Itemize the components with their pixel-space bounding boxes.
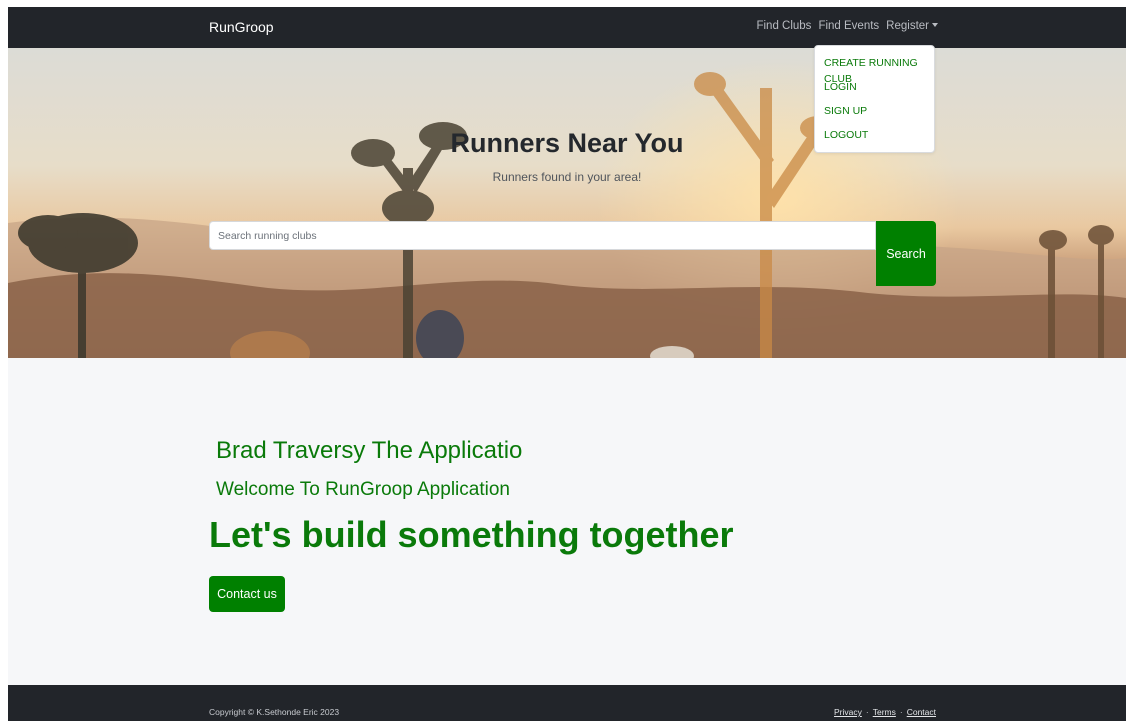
browser-viewport: RunGroop Find Clubs Find Events Register (8, 7, 1126, 721)
nav-find-clubs[interactable]: Find Clubs (756, 20, 811, 32)
search-input[interactable] (209, 221, 876, 250)
search-button[interactable]: Search (876, 221, 936, 286)
nav-links: Find Clubs Find Events Register (756, 20, 938, 32)
navbar: RunGroop Find Clubs Find Events Register (8, 7, 1126, 48)
main-heading-line1: Brad Traversy The Applicatio (216, 437, 523, 464)
brand-logo-link[interactable]: RunGroop (209, 19, 274, 35)
hero-section: Runners Near You Runners found in your a… (8, 48, 1126, 358)
footer-separator: · (899, 707, 903, 717)
register-dropdown-menu: CREATE RUNNING CLUB LOGIN SIGN UP LOGOUT (814, 45, 935, 153)
main-heading-line3: Let's build something together (209, 514, 734, 555)
hero-background-image (8, 72, 1126, 358)
footer-link-terms[interactable]: Terms (873, 707, 896, 717)
main-heading-line2: Welcome To RunGroop Application (216, 479, 510, 500)
footer-separator: · (865, 707, 869, 717)
main-content: Brad Traversy The Applicatio Welcome To … (8, 358, 1126, 685)
dropdown-item-login[interactable]: LOGIN (815, 79, 934, 103)
footer-link-privacy[interactable]: Privacy (834, 707, 862, 717)
nav-find-events[interactable]: Find Events (818, 20, 879, 32)
footer-link-contact[interactable]: Contact (907, 707, 936, 717)
dropdown-item-create-running-club[interactable]: CREATE RUNNING CLUB (815, 55, 934, 85)
dropdown-item-sign-up[interactable]: SIGN UP (815, 103, 934, 127)
contact-us-button[interactable]: Contact us (209, 576, 285, 612)
footer-links: Privacy · Terms · Contact (834, 707, 936, 717)
footer: Copyright © K.Sethonde Eric 2023 Privacy… (8, 685, 1126, 721)
hero-subtitle: Runners found in your area! (492, 170, 642, 184)
footer-copyright: Copyright © K.Sethonde Eric 2023 (209, 707, 340, 717)
dropdown-item-logout[interactable]: LOGOUT (815, 127, 934, 151)
nav-register-dropdown-toggle[interactable]: Register (886, 20, 938, 32)
hero-title: Runners Near You (450, 128, 684, 158)
